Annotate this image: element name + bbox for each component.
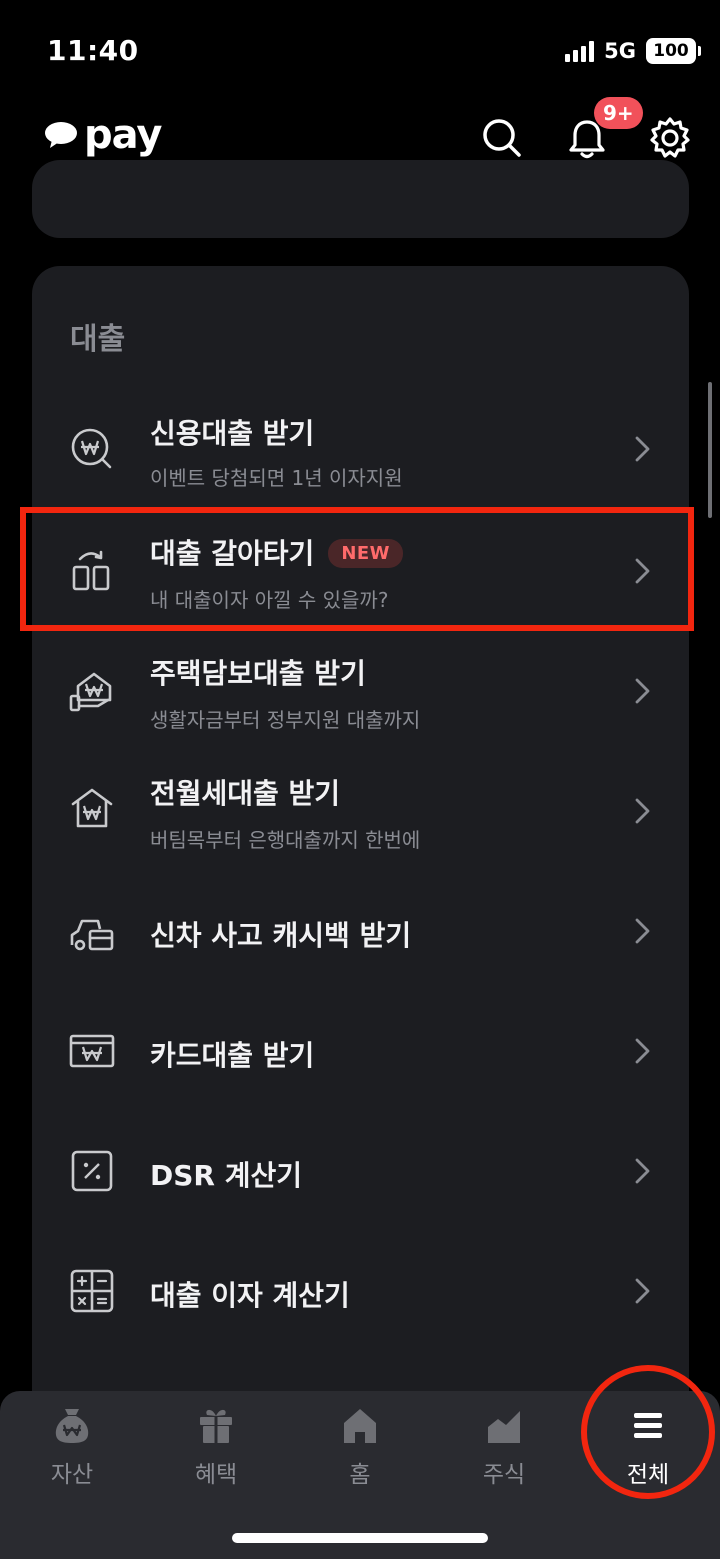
scrollbar-thumb[interactable] [708, 382, 712, 518]
gift-icon [200, 1409, 232, 1443]
chevron-right-icon [635, 678, 650, 704]
talk-bubble-icon [45, 122, 77, 148]
calculator-icon [70, 1269, 114, 1313]
menu-item-title: 카드대출 받기 [150, 1039, 315, 1072]
menu-item-title: DSR 계산기 [150, 1159, 302, 1192]
nav-label: 홈 [349, 1462, 371, 1488]
chevron-right-icon [635, 1278, 650, 1304]
gear-icon[interactable] [648, 116, 692, 160]
menu-item-subtitle: 버팀목부터 은행대출까지 한번에 [150, 828, 421, 852]
nav-label: 자산 [50, 1462, 94, 1488]
money-bag-icon [55, 1409, 89, 1443]
nav-item-benefits[interactable]: 혜택 [156, 1405, 276, 1501]
nav-label: 주식 [482, 1462, 526, 1488]
chevron-right-icon [635, 1158, 650, 1184]
nav-label: 혜택 [194, 1462, 238, 1488]
search-icon[interactable] [480, 116, 524, 160]
card-won-icon [69, 1034, 115, 1068]
notification-badge: 9+ [594, 97, 643, 129]
chevron-right-icon [635, 798, 650, 824]
status-bar: 11:40 5G 100 [0, 0, 720, 100]
house-won-icon [71, 788, 113, 828]
highlight-circle [581, 1365, 715, 1499]
menu-item-title: 신차 사고 캐시백 받기 [150, 919, 412, 952]
menu-item-card-loan[interactable]: 카드대출 받기 [32, 992, 689, 1110]
menu-item-mortgage-loan[interactable]: 주택담보대출 받기 생활자금부터 정부지원 대출까지 [32, 632, 689, 750]
nav-item-stocks[interactable]: 주식 [444, 1405, 564, 1501]
logo-text: pay [84, 112, 162, 158]
network-label: 5G [604, 39, 636, 63]
signal-icon [565, 40, 595, 62]
battery-level: 100 [653, 41, 689, 61]
highlight-box [20, 507, 694, 631]
section-title: 대출 [70, 322, 126, 357]
status-time: 11:40 [47, 34, 139, 67]
menu-item-dsr-calculator[interactable]: DSR 계산기 [32, 1112, 689, 1230]
previous-section-card [32, 160, 689, 238]
menu-item-title: 주택담보대출 받기 [150, 657, 366, 690]
menu-item-credit-loan[interactable]: 신용대출 받기 이벤트 당첨되면 1년 이자지원 [32, 390, 689, 508]
nav-item-assets[interactable]: 자산 [12, 1405, 132, 1501]
percent-icon [71, 1150, 113, 1192]
menu-item-title: 전월세대출 받기 [150, 777, 341, 810]
menu-item-subtitle: 생활자금부터 정부지원 대출까지 [150, 708, 421, 732]
chart-icon [488, 1411, 520, 1443]
menu-item-interest-calculator[interactable]: 대출 이자 계산기 [32, 1232, 689, 1350]
menu-item-title: 신용대출 받기 [150, 417, 315, 450]
home-icon [344, 1409, 376, 1443]
battery-icon: 100 [646, 38, 701, 64]
menu-item-jeonse-loan[interactable]: 전월세대출 받기 버팀목부터 은행대출까지 한번에 [32, 752, 689, 870]
won-search-icon [71, 428, 112, 469]
menu-item-subtitle: 이벤트 당첨되면 1년 이자지원 [150, 466, 403, 490]
status-indicators: 5G 100 [565, 38, 701, 64]
menu-item-title: 대출 이자 계산기 [150, 1279, 350, 1312]
menu-item-car-cashback[interactable]: 신차 사고 캐시백 받기 [32, 872, 689, 990]
chevron-right-icon [635, 1038, 650, 1064]
loan-section-card: 대출 신용대출 받기 이벤트 당첨되면 1년 이자지원 대출 갈아타기 NEW 내… [32, 266, 689, 1466]
house-hand-icon [69, 672, 112, 712]
chevron-right-icon [635, 436, 650, 462]
kakaopay-logo: pay [44, 112, 162, 158]
chevron-right-icon [635, 918, 650, 944]
nav-item-home[interactable]: 홈 [300, 1405, 420, 1501]
home-indicator[interactable] [232, 1533, 488, 1543]
car-icon [70, 919, 114, 951]
